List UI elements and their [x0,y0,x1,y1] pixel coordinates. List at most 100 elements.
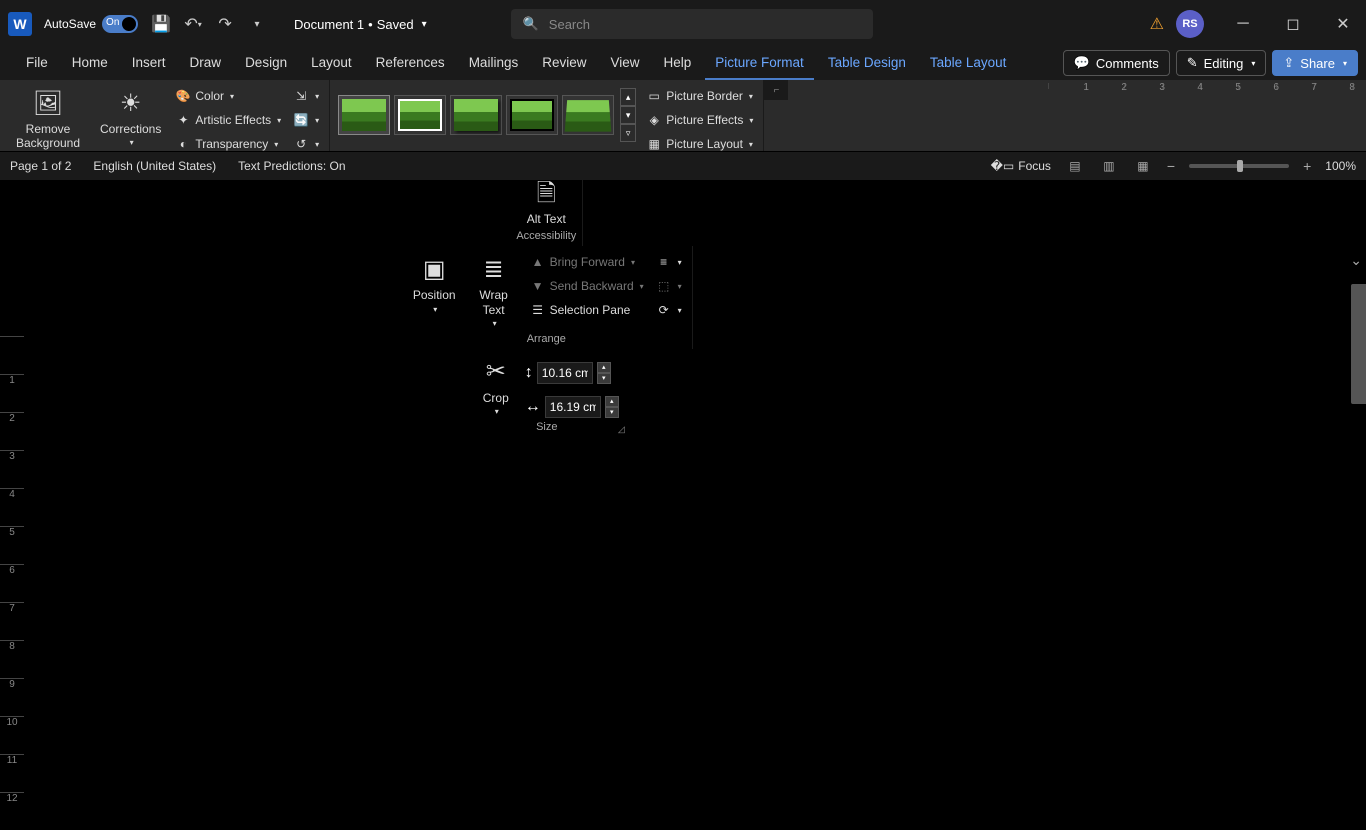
send-backward-button[interactable]: ▼Send Backward▾ [526,274,648,298]
tab-review[interactable]: Review [532,49,596,80]
rotate-button[interactable]: ⟳▾ [652,298,686,322]
tab-mailings[interactable]: Mailings [459,49,529,80]
change-picture-button[interactable]: 🔄▾ [289,108,323,132]
horizontal-ruler[interactable]: ⌐ 12 345 678 91011 121314 151617 18 [764,80,788,100]
tab-picture-format[interactable]: Picture Format [705,49,814,80]
align-icon: ≡ [656,254,672,270]
group-arrange: ▣Position▾ ≣Wrap Text▾ ▲Bring Forward▾ ▼… [401,246,693,348]
ruler-corner: ⌐ [764,80,788,100]
web-layout-button[interactable]: ▦ [1133,157,1153,175]
zoom-out-button[interactable]: − [1167,158,1175,174]
tab-help[interactable]: Help [654,49,702,80]
pencil-icon: ✎ [1187,55,1198,71]
dialog-launcher-icon[interactable]: ◿ [618,424,625,435]
editing-mode-button[interactable]: ✎Editing▾ [1176,50,1267,76]
style-thumb[interactable] [450,95,502,135]
crop-icon: ✂ [480,357,512,389]
redo-icon[interactable]: ↷ [216,15,234,33]
group-accessibility: 🗎 Alt Text Accessibility [510,170,583,246]
gallery-scroll[interactable]: ▴▾▿ [620,88,636,142]
zoom-level[interactable]: 100% [1325,159,1356,173]
scrollbar-thumb[interactable] [1351,284,1366,404]
width-spinner[interactable]: ▴▾ [605,396,619,418]
zoom-slider[interactable] [1189,164,1289,168]
print-layout-button[interactable]: ▥ [1099,157,1119,175]
maximize-button[interactable]: ◻ [1270,0,1316,48]
undo-icon[interactable]: ↶▾ [184,15,202,33]
height-icon: ↕ [525,364,533,382]
remove-background-button[interactable]: 🖼 Remove Background [6,84,90,155]
style-thumb[interactable] [562,95,614,135]
tab-design[interactable]: Design [235,49,297,80]
share-button[interactable]: ⇪Share▾ [1272,50,1358,76]
height-input-row: ↕ ▴▾ [523,359,621,387]
style-thumb[interactable] [338,95,390,135]
picture-effects-button[interactable]: ◈Picture Effects▾ [642,108,757,132]
text-predictions-indicator[interactable]: Text Predictions: On [238,159,345,173]
comments-button[interactable]: 💬Comments [1063,50,1170,76]
save-icon[interactable]: 💾 [152,15,170,33]
customize-qat-icon[interactable]: ▾ [248,15,266,33]
wrap-text-button[interactable]: ≣Wrap Text▾ [466,250,522,332]
bring-forward-icon: ▲ [530,254,546,270]
tab-home[interactable]: Home [62,49,118,80]
selection-pane-button[interactable]: ☰Selection Pane [526,298,648,322]
change-picture-icon: 🔄 [293,112,309,128]
document-title[interactable]: Document 1 • Saved ▾ [294,17,427,32]
width-icon: ↔ [525,398,541,416]
tab-table-layout[interactable]: Table Layout [920,49,1017,80]
position-button[interactable]: ▣Position▾ [407,250,462,318]
search-input[interactable]: 🔍 Search [511,9,873,39]
autosave-toggle[interactable]: AutoSave On [44,15,138,33]
align-button[interactable]: ≡▾ [652,250,686,274]
style-thumb[interactable] [506,95,558,135]
read-mode-button[interactable]: ▤ [1065,157,1085,175]
rotate-icon: ⟳ [656,302,672,318]
picture-styles-gallery[interactable]: ▴▾▿ [336,84,638,146]
corrections-button[interactable]: ☀ Corrections ▾ [94,84,167,152]
compress-pictures-button[interactable]: ⇲▾ [289,84,323,108]
warning-icon[interactable]: ⚠ [1150,14,1164,34]
page-indicator[interactable]: Page 1 of 2 [10,159,71,173]
alt-text-icon: 🗎 [530,178,562,210]
tab-view[interactable]: View [600,49,649,80]
ribbon: 🖼 Remove Background ☀ Corrections ▾ 🎨Col… [0,80,1366,180]
height-spinner[interactable]: ▴▾ [597,362,611,384]
zoom-in-button[interactable]: + [1303,158,1311,174]
focus-mode-button[interactable]: �▭Focus [991,159,1051,173]
chevron-down-icon: ▾ [422,19,427,30]
style-thumb[interactable] [394,95,446,135]
position-icon: ▣ [418,254,450,286]
wrap-icon: ≣ [478,254,510,286]
group-button[interactable]: ⬚▾ [652,274,686,298]
user-avatar[interactable]: RS [1176,10,1204,38]
zoom-slider-knob[interactable] [1237,160,1243,172]
width-input[interactable] [545,396,601,418]
bring-forward-button[interactable]: ▲Bring Forward▾ [526,250,648,274]
tab-draw[interactable]: Draw [180,49,232,80]
alt-text-button[interactable]: 🗎 Alt Text [521,174,572,230]
border-icon: ▭ [646,88,662,104]
tab-references[interactable]: References [366,49,455,80]
artistic-effects-button[interactable]: ✦Artistic Effects▾ [171,108,285,132]
close-button[interactable]: ✕ [1320,0,1366,48]
minimize-button[interactable]: ─ [1220,0,1266,48]
color-button[interactable]: 🎨Color▾ [171,84,285,108]
tab-file[interactable]: File [16,49,58,80]
reset-icon: ↺ [293,136,309,152]
tab-insert[interactable]: Insert [122,49,176,80]
chevron-down-icon: ▾ [1343,59,1347,68]
remove-bg-icon: 🖼 [32,88,64,120]
ribbon-tabs: File Home Insert Draw Design Layout Refe… [0,48,1366,80]
picture-border-button[interactable]: ▭Picture Border▾ [642,84,757,108]
tab-layout[interactable]: Layout [301,49,362,80]
language-indicator[interactable]: English (United States) [93,159,216,173]
crop-button[interactable]: ✂Crop▾ [473,353,519,421]
tab-table-design[interactable]: Table Design [818,49,916,80]
toggle-switch-icon[interactable]: On [102,15,138,33]
effects-icon: ✦ [175,112,191,128]
height-input[interactable] [537,362,593,384]
collapse-ribbon-button[interactable]: ⌄ [1350,252,1362,269]
title-bar: W AutoSave On 💾 ↶▾ ↷ ▾ Document 1 • Save… [0,0,1366,48]
color-icon: 🎨 [175,88,191,104]
